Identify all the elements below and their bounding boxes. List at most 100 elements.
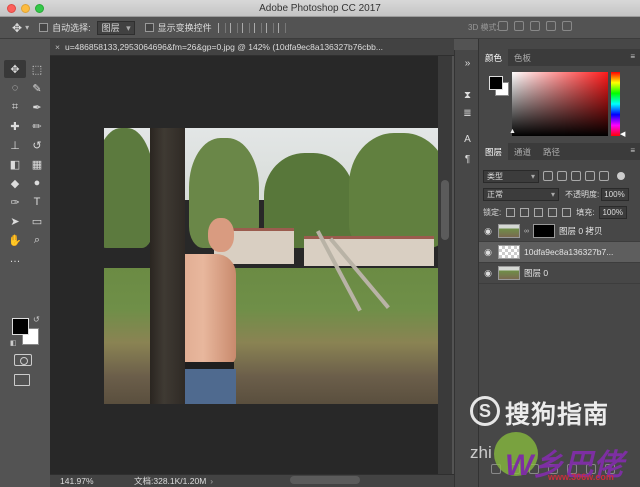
crop-tool-icon[interactable]: ⌗ [4,98,26,116]
vertical-scrollbar[interactable] [438,56,452,474]
layer-thumbnail[interactable] [498,224,520,238]
blur-tool-icon[interactable]: ◆ [4,174,26,192]
align-buttons[interactable] [217,22,286,33]
3d-slide-icon[interactable] [546,21,556,31]
stamp-tool-icon[interactable]: ⊥ [4,136,26,154]
layers-panel-menu-icon[interactable]: ≡ [630,146,635,155]
history-panel-icon[interactable]: ⧗ [461,90,474,103]
hue-slider[interactable] [611,72,620,136]
panel-foreground-swatch[interactable] [489,76,503,90]
dodge-tool-icon[interactable]: ● [26,174,48,192]
paragraph-panel-icon[interactable]: ¶ [461,154,474,167]
status-menu-icon[interactable]: › [210,476,213,486]
layer-row[interactable]: ◉ 图层 0 [479,263,640,284]
lock-label: 锁定: [483,207,502,217]
lock-position-icon[interactable] [534,207,544,217]
3d-mode-buttons[interactable] [498,21,572,31]
zoom-level[interactable]: 141.97% [60,476,110,486]
move-tool-icon[interactable]: ✥ [4,60,26,78]
layer-row[interactable]: ◉ ∞ 图层 0 拷贝 [479,221,640,242]
hand-tool-icon[interactable]: ✋ [4,231,26,249]
align-right-icon[interactable] [277,22,286,33]
visibility-eye-icon[interactable]: ◉ [482,247,494,258]
eraser-tool-icon[interactable]: ◧ [4,155,26,173]
filter-adjustment-icon[interactable] [557,171,567,181]
shape-tool-icon[interactable]: ▭ [26,212,48,230]
tool-preset-caret-icon[interactable]: ▾ [25,23,29,32]
horizontal-scroll-thumb[interactable] [290,476,360,484]
tab-layers[interactable]: 图层 [479,143,509,160]
path-select-tool-icon[interactable]: ➤ [4,212,26,230]
fill-input[interactable]: 100% [599,205,628,219]
healing-tool-icon[interactable]: ✚ [4,117,26,135]
document-size: 文档:328.1K/1.20M [134,476,207,486]
layer-thumbnail[interactable] [498,245,520,259]
eyedropper-tool-icon[interactable]: ✒ [26,98,48,116]
3d-roll-icon[interactable] [514,21,524,31]
lock-transparent-icon[interactable] [506,207,516,217]
tab-swatches[interactable]: 色板 [508,49,537,66]
swap-colors-icon[interactable]: ↺ [33,315,40,324]
layer-mask-thumbnail[interactable] [533,224,555,238]
3d-rotate-icon[interactable] [498,21,508,31]
screen-mode-icon[interactable] [14,374,30,386]
character-panel-icon[interactable]: A [461,134,474,147]
lasso-tool-icon[interactable]: ◌ [4,79,26,97]
properties-panel-icon[interactable]: ≣ [461,108,474,121]
color-field[interactable] [512,72,608,136]
align-center-icon[interactable] [265,22,274,33]
lock-pixels-icon[interactable] [520,207,530,217]
filter-pixel-icon[interactable] [543,171,553,181]
tab-color[interactable]: 颜色 [479,49,509,66]
default-colors-icon[interactable]: ◧ [10,339,17,347]
close-document-icon[interactable]: × [55,42,60,52]
layers-panel-tabs: 图层 通道 路径 ≡ [479,143,640,160]
filter-type-icon[interactable] [571,171,581,181]
gamut-warning-icon[interactable]: ▲ [509,128,516,135]
gradient-tool-icon[interactable]: ▦ [26,155,48,173]
align-left-icon[interactable] [253,22,262,33]
tab-paths[interactable]: 路径 [537,143,566,160]
filter-toggle-icon[interactable] [617,172,625,180]
3d-pan-icon[interactable] [530,21,540,31]
layer-row[interactable]: ◉ 10dfa9ec8a136327b7... [479,242,640,263]
show-transform-checkbox[interactable] [144,23,154,32]
opacity-input[interactable]: 100% [601,187,630,201]
move-tool-icon[interactable]: ✥ [12,21,22,35]
watermark-site: www.306w.com [548,472,614,482]
visibility-eye-icon[interactable]: ◉ [482,226,494,237]
document-canvas[interactable] [104,128,438,404]
vertical-scroll-thumb[interactable] [441,180,449,240]
title-bar: Adobe Photoshop CC 2017 [0,0,640,17]
zoom-tool-icon[interactable]: ⌕ [26,231,48,249]
layer-filter-dropdown[interactable]: 类型 [483,169,539,183]
quick-select-tool-icon[interactable]: ✎ [26,79,48,97]
align-middle-icon[interactable] [229,22,238,33]
marquee-tool-icon[interactable]: ⬚ [26,60,48,78]
lock-artboard-icon[interactable] [548,207,558,217]
mask-link-icon[interactable]: ∞ [524,228,529,235]
foreground-color-swatch[interactable] [12,318,29,335]
filter-shape-icon[interactable] [585,171,595,181]
color-panel-menu-icon[interactable]: ≡ [630,52,635,61]
layer-thumbnail[interactable] [498,266,520,280]
pen-tool-icon[interactable]: ✑ [4,193,26,211]
filter-smart-icon[interactable] [599,171,609,181]
history-brush-tool-icon[interactable]: ↺ [26,136,48,154]
align-top-icon[interactable] [217,22,226,33]
auto-select-target-dropdown[interactable]: 图层 [96,20,135,35]
status-bar: 141.97% 文档:328.1K/1.20M › [50,474,454,487]
collapse-dock-icon[interactable]: » [461,58,474,71]
more-tools-icon[interactable]: … [4,250,26,268]
auto-select-checkbox[interactable] [39,23,49,32]
align-bottom-icon[interactable] [241,22,250,33]
3d-scale-icon[interactable] [562,21,572,31]
lock-all-icon[interactable] [562,207,572,217]
visibility-eye-icon[interactable]: ◉ [482,268,494,279]
type-tool-icon[interactable]: T [26,193,48,211]
brush-tool-icon[interactable]: ✏ [26,117,48,135]
tab-channels[interactable]: 通道 [508,143,537,160]
quick-mask-icon[interactable] [14,354,32,366]
document-tab[interactable]: × u=486858133,2953064696&fm=26&gp=0.jpg @… [50,39,454,56]
blend-mode-dropdown[interactable]: 正常 [483,187,559,201]
